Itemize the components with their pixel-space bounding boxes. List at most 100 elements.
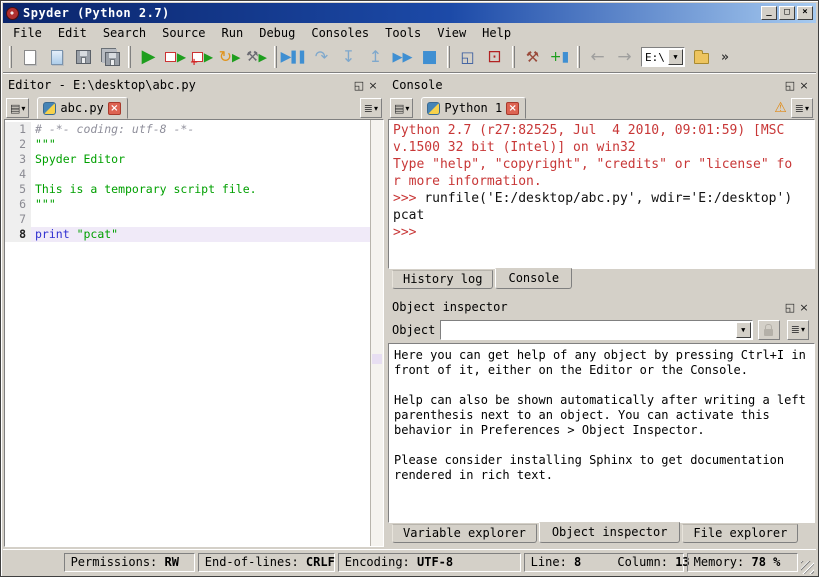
menu-item-source[interactable]: Source (154, 25, 213, 41)
editor-line: 5This is a temporary script file. (5, 182, 370, 197)
console-line: >>> (393, 224, 810, 241)
menu-item-search[interactable]: Search (95, 25, 154, 41)
editor-float-button[interactable]: ◱ (352, 79, 366, 92)
step-return-icon: ↥ (369, 49, 382, 65)
object-inspector-pane: Object inspector ◱ × Object ▼ ≣ ▾ (388, 297, 815, 547)
tab-variable-explorer[interactable]: Variable explorer (392, 524, 537, 543)
resize-grip[interactable] (801, 561, 814, 574)
editor-tab-abc-py[interactable]: abc.py × (37, 97, 127, 119)
menu-item-consoles[interactable]: Consoles (303, 25, 377, 41)
inspector-pane-header[interactable]: Object inspector ◱ × (388, 297, 815, 317)
right-column: Console ◱ × ▤ ▾ Python 1 × ⚠ (388, 75, 815, 547)
browse-tabs-button[interactable]: ▤ ▾ (6, 98, 29, 118)
run-cell-button[interactable]: ▶ (162, 44, 189, 70)
menu-item-run[interactable]: Run (214, 25, 252, 41)
editor-tab-label: abc.py (60, 101, 103, 115)
browse-consoles-button[interactable]: ▤ ▾ (390, 98, 413, 118)
close-tab-icon[interactable]: × (108, 102, 121, 115)
minimize-button[interactable]: _ (761, 6, 777, 20)
maximize-pane-icon: ◱ (460, 50, 474, 65)
toolbar: ▶▶▶↻▶⚒▶▶▌▌↷↧↥▶▶■◱⊡⚒+▮←→E:\▼» (3, 42, 816, 73)
window-title: Spyder (Python 2.7) (23, 6, 170, 20)
run-settings-button[interactable]: ⚒▶ (243, 44, 270, 70)
inspector-text-line (394, 378, 809, 393)
save-button[interactable] (70, 44, 97, 70)
maximize-pane-button[interactable]: ◱ (454, 44, 481, 70)
browse-working-directory-button[interactable] (688, 44, 715, 70)
chevron-down-icon: ▾ (405, 104, 409, 113)
working-directory-combo[interactable]: E:\▼ (641, 47, 685, 67)
console-textarea[interactable]: Python 2.7 (r27:82525, Jul 4 2010, 09:01… (388, 119, 815, 269)
menu-item-view[interactable]: View (429, 25, 474, 41)
step-into-button[interactable]: ↧ (335, 44, 362, 70)
new-file-icon (24, 50, 36, 65)
inspector-close-button[interactable]: × (797, 301, 811, 314)
warning-icon[interactable]: ⚠ (774, 100, 787, 116)
toolbar-separator (9, 46, 12, 68)
new-file-button[interactable] (16, 44, 43, 70)
tab-object-inspector[interactable]: Object inspector (539, 522, 681, 543)
console-line: Python 2.7 (r27:82525, Jul 4 2010, 09:01… (393, 122, 810, 139)
title-bar[interactable]: Spyder (Python 2.7) _□× (3, 3, 816, 23)
back-button[interactable]: ← (584, 44, 611, 70)
menu-item-help[interactable]: Help (474, 25, 519, 41)
line-number: 2 (5, 137, 31, 152)
lock-button[interactable] (758, 320, 780, 340)
tab-file-explorer[interactable]: File explorer (682, 524, 798, 543)
debug-icon: ▶▌▌ (281, 50, 309, 64)
editor-scrollflag-column[interactable] (370, 120, 383, 546)
object-input[interactable] (441, 322, 735, 338)
forward-button[interactable]: → (611, 44, 638, 70)
menu-item-file[interactable]: File (5, 25, 50, 41)
python-path-button[interactable]: +▮ (546, 44, 573, 70)
step-return-button[interactable]: ↥ (362, 44, 389, 70)
debug-button[interactable]: ▶▌▌ (281, 44, 308, 70)
close-console-icon[interactable]: × (506, 102, 519, 115)
object-dropdown-icon[interactable]: ▼ (736, 322, 751, 338)
status-cursor: Line: 8 Column: 13 (524, 553, 684, 572)
console-line: v.1500 32 bit (Intel)] on win32 (393, 139, 810, 156)
stop-button[interactable]: ■ (416, 44, 443, 70)
editor-pane: Editor - E:\desktop\abc.py ◱ × ▤ ▾ abc.p… (4, 75, 384, 547)
step-into-icon: ↧ (342, 49, 355, 65)
editor-textarea[interactable]: 1# -*- coding: utf-8 -*-2"""3Spyder Edit… (4, 119, 384, 547)
editor-close-button[interactable]: × (366, 79, 380, 92)
run-button[interactable]: ▶ (135, 44, 162, 70)
rerun-button[interactable]: ↻▶ (216, 44, 243, 70)
object-combobox: ▼ (440, 320, 752, 340)
step-over-button[interactable]: ↷ (308, 44, 335, 70)
editor-pane-header[interactable]: Editor - E:\desktop\abc.py ◱ × (4, 75, 384, 95)
console-options-button[interactable]: ≣ ▾ (791, 98, 813, 118)
close-button[interactable]: × (797, 6, 813, 20)
menu-item-tools[interactable]: Tools (377, 25, 429, 41)
tools-button[interactable]: ⚒ (519, 44, 546, 70)
step-over-icon: ↷ (315, 49, 328, 65)
save-all-button[interactable] (97, 44, 124, 70)
inspector-float-button[interactable]: ◱ (783, 301, 797, 314)
inspector-options-button[interactable]: ≣ ▾ (787, 320, 809, 340)
line-number: 6 (5, 197, 31, 212)
continue-button[interactable]: ▶▶ (389, 44, 416, 70)
console-float-button[interactable]: ◱ (783, 79, 797, 92)
inspector-text-line: front of it, either on the Editor or the… (394, 363, 809, 378)
run-cell-advance-button[interactable]: ▶ (189, 44, 216, 70)
fullscreen-icon: ⊡ (487, 49, 501, 66)
line-number: 5 (5, 182, 31, 197)
editor-line: 4 (5, 167, 370, 182)
tab-history-log[interactable]: History log (392, 270, 493, 289)
menu-item-edit[interactable]: Edit (50, 25, 95, 41)
console-close-button[interactable]: × (797, 79, 811, 92)
open-file-button[interactable] (43, 44, 70, 70)
menu-item-debug[interactable]: Debug (251, 25, 303, 41)
console-tab-python-1[interactable]: Python 1 × (421, 97, 526, 119)
editor-options-button[interactable]: ≣ ▾ (360, 98, 382, 118)
spyder-logo-icon (6, 7, 19, 20)
fullscreen-button[interactable]: ⊡ (481, 44, 508, 70)
inspector-text-line: Please consider installing Sphinx to get… (394, 453, 809, 468)
combo-dropdown-icon[interactable]: ▼ (668, 49, 683, 65)
tab-console[interactable]: Console (495, 268, 572, 289)
maximize-button[interactable]: □ (779, 6, 795, 20)
rerun-icon: ↻▶ (219, 49, 241, 65)
console-pane-header[interactable]: Console ◱ × (388, 75, 815, 95)
toolbar-overflow-button[interactable]: » (717, 50, 733, 65)
